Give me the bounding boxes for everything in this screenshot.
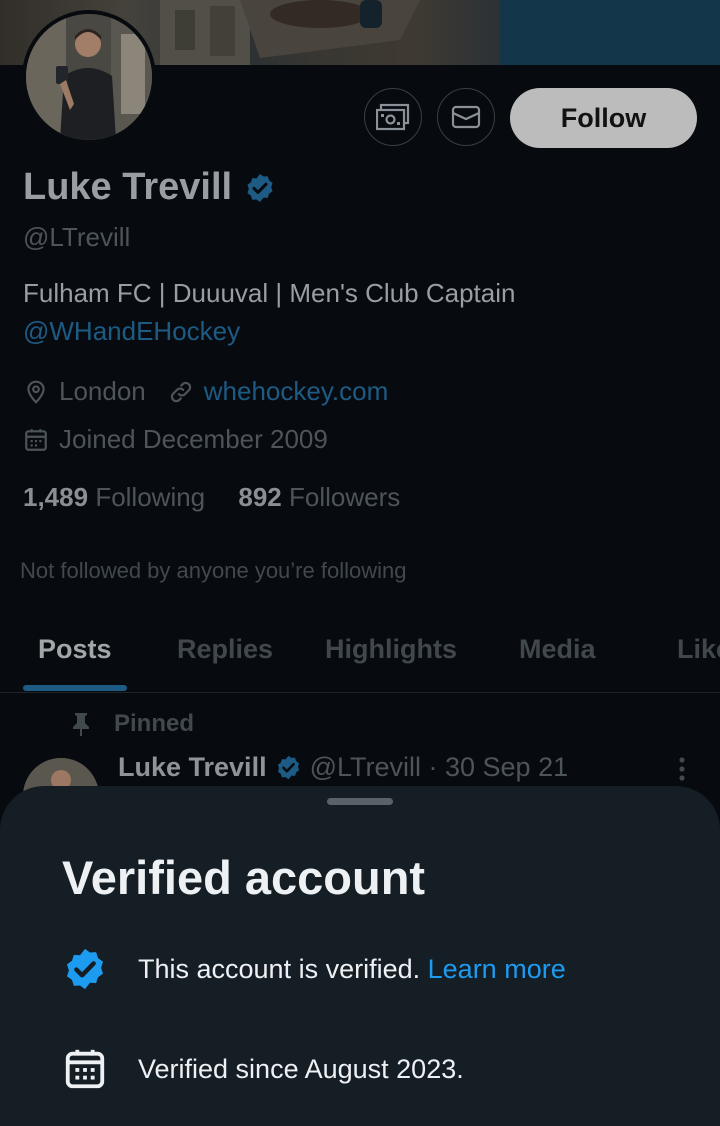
profile-tabs: Posts Replies Highlights Media Likes bbox=[0, 620, 720, 693]
followers-link[interactable]: 892 Followers bbox=[238, 482, 400, 512]
post-author-name[interactable]: Luke Trevill bbox=[118, 752, 267, 783]
joined-row: Joined December 2009 bbox=[23, 424, 328, 455]
avatar-photo bbox=[26, 14, 152, 140]
tab-highlights[interactable]: Highlights bbox=[325, 634, 457, 665]
tab-likes[interactable]: Likes bbox=[677, 634, 720, 665]
profile-avatar[interactable] bbox=[22, 10, 156, 144]
pin-icon bbox=[73, 713, 89, 736]
profile-name: Luke Trevill bbox=[23, 166, 233, 208]
joined-text: Joined December 2009 bbox=[59, 424, 328, 454]
money-icon bbox=[376, 103, 410, 131]
sheet-drag-handle[interactable] bbox=[327, 798, 393, 805]
profile-handle: @LTrevill bbox=[23, 222, 131, 252]
followers-label: Followers bbox=[289, 482, 401, 512]
verified-text-wrap: This account is verified. Learn more bbox=[138, 954, 566, 985]
verified-badge-icon[interactable] bbox=[244, 172, 276, 204]
verified-since-row: Verified since August 2023. bbox=[62, 1046, 464, 1092]
verified-since-text: Verified since August 2023. bbox=[138, 1053, 464, 1084]
sheet-title: Verified account bbox=[62, 851, 426, 904]
mutual-followers-note: Not followed by anyone you’re following bbox=[20, 558, 407, 583]
calendar-icon bbox=[65, 1049, 105, 1089]
bio-mention-link[interactable]: @WHandEHockey bbox=[23, 316, 240, 347]
profile-bio: Fulham FC | Duuuval | Men's Club Captain bbox=[23, 278, 516, 308]
location-icon bbox=[27, 380, 45, 404]
active-tab-indicator bbox=[23, 685, 127, 691]
verified-text: This account is verified. bbox=[138, 953, 421, 984]
verified-badge-icon bbox=[66, 948, 104, 990]
pinned-label-row: Pinned bbox=[70, 710, 194, 738]
more-options-icon[interactable] bbox=[678, 756, 686, 782]
following-label: Following bbox=[95, 482, 206, 512]
tab-replies[interactable]: Replies bbox=[177, 634, 273, 665]
profile-name-row: Luke Trevill bbox=[23, 166, 276, 209]
calendar-icon bbox=[25, 428, 47, 451]
envelope-icon bbox=[451, 105, 481, 129]
post-header: Luke Trevill @LTrevill · 30 Sep 21 bbox=[118, 752, 568, 783]
verified-row: This account is verified. Learn more bbox=[62, 946, 566, 992]
tab-media[interactable]: Media bbox=[519, 634, 596, 665]
following-count: 1,489 bbox=[23, 482, 89, 512]
profile-meta-row: London whehockey.com bbox=[23, 376, 388, 407]
location-text: London bbox=[59, 376, 146, 406]
tip-button[interactable] bbox=[364, 88, 422, 146]
message-button[interactable] bbox=[437, 88, 495, 146]
learn-more-link[interactable]: Learn more bbox=[428, 954, 566, 984]
link-icon bbox=[170, 381, 191, 402]
verified-bottom-sheet: Verified account This account is verifie… bbox=[0, 786, 720, 1126]
follow-counts: 1,489 Following 892 Followers bbox=[23, 482, 400, 513]
post-handle-date: @LTrevill · 30 Sep 21 bbox=[309, 752, 569, 782]
following-link[interactable]: 1,489 Following bbox=[23, 482, 205, 512]
followers-count: 892 bbox=[238, 482, 282, 512]
pinned-label: Pinned bbox=[114, 710, 195, 737]
follow-button[interactable]: Follow bbox=[510, 88, 697, 148]
tab-posts[interactable]: Posts bbox=[38, 634, 112, 665]
post-verified-icon[interactable] bbox=[275, 754, 302, 781]
website-link[interactable]: whehockey.com bbox=[204, 376, 389, 407]
